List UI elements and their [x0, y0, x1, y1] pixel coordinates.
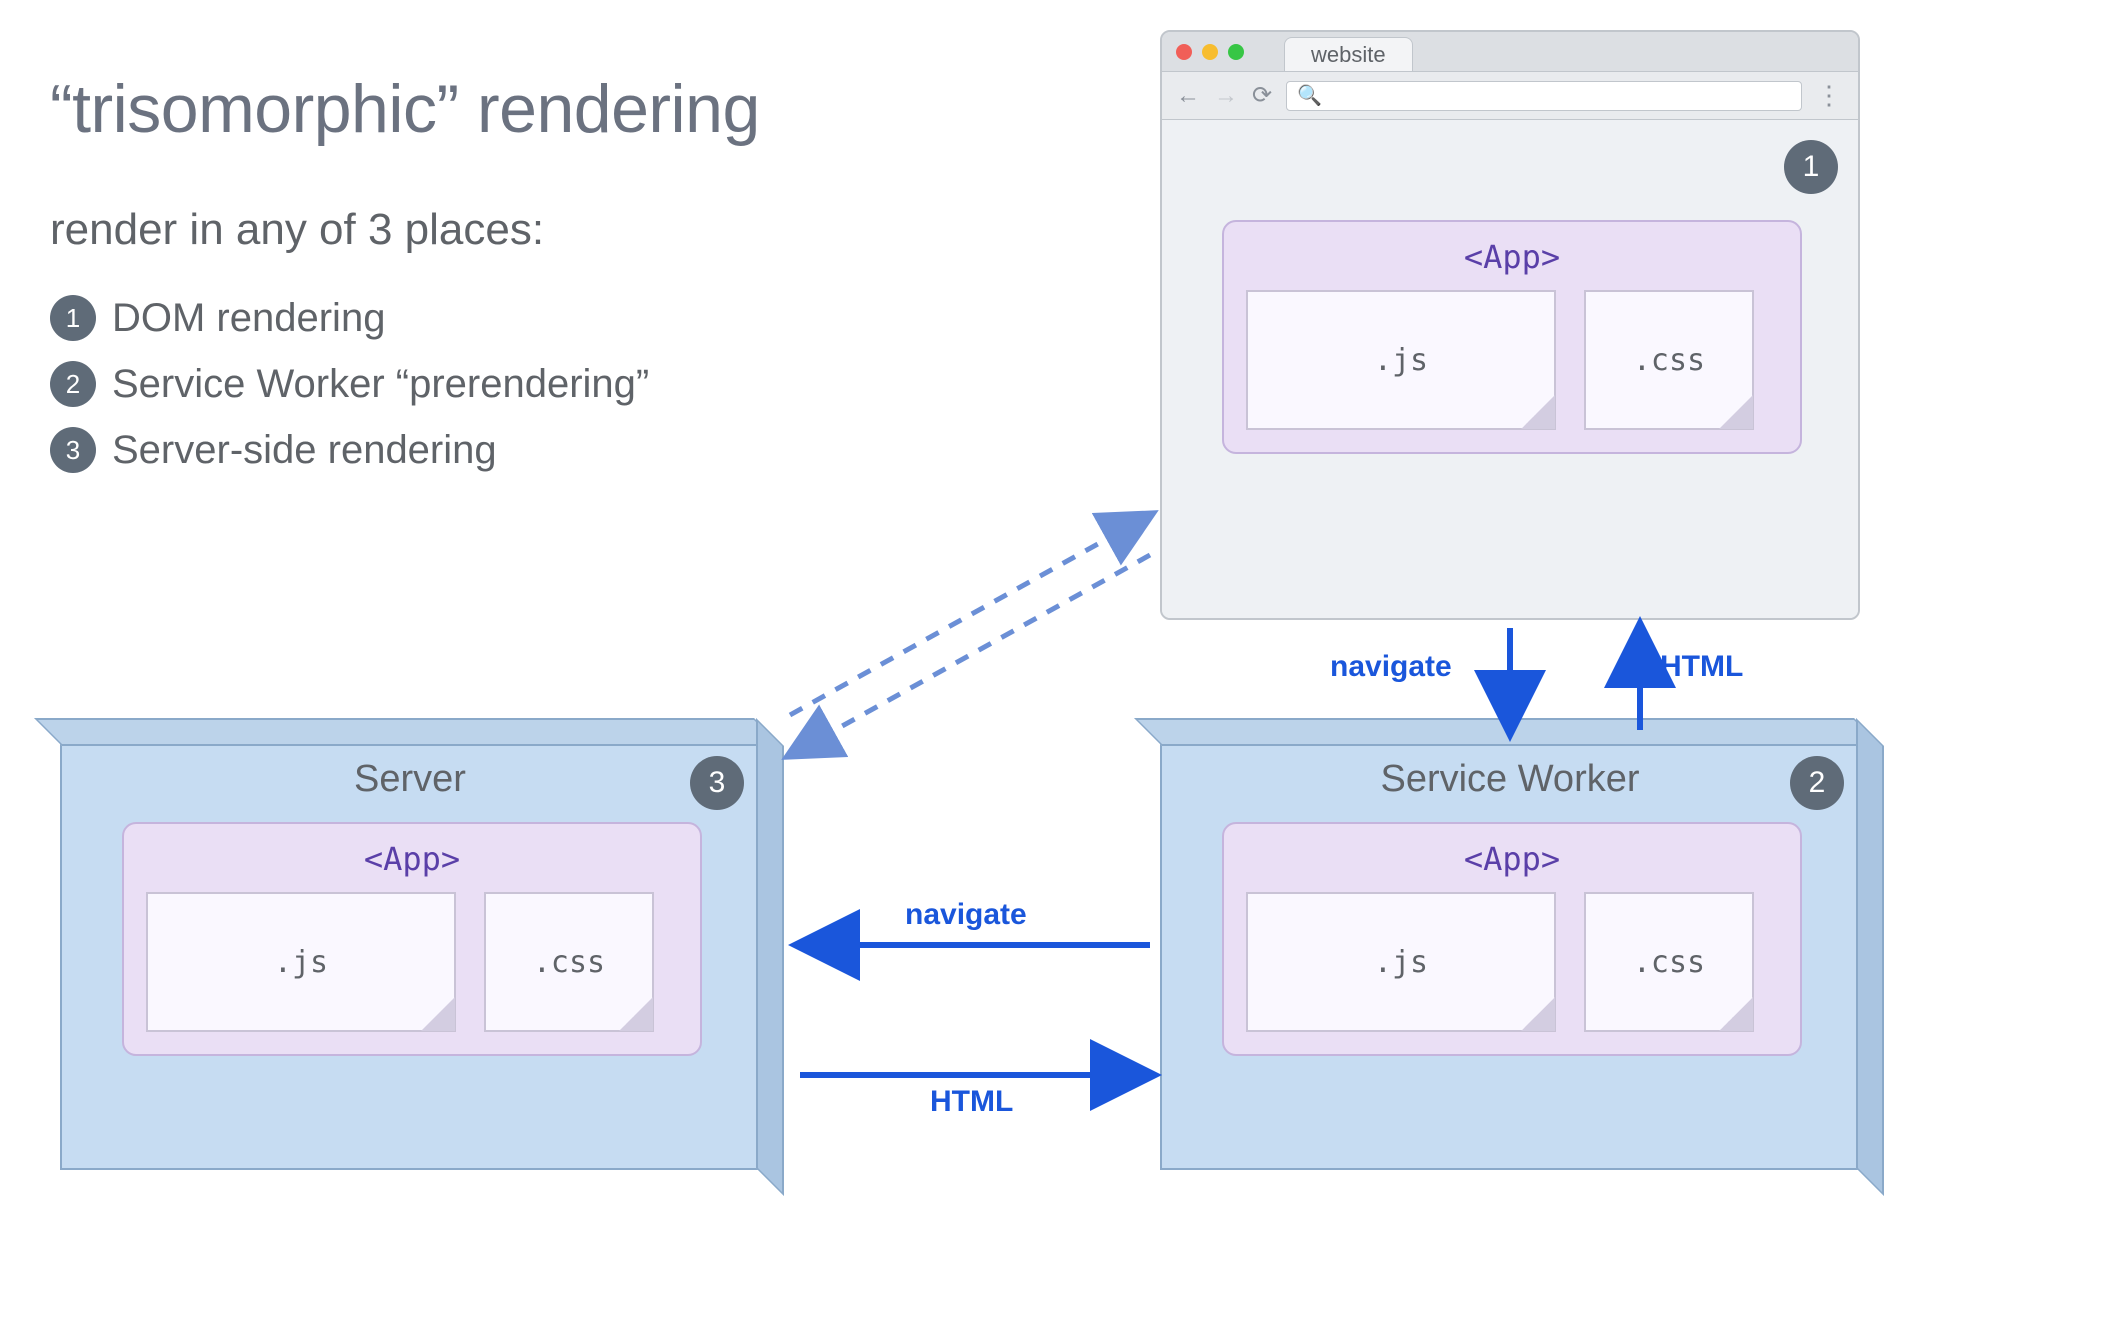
- file-js-browser: .js: [1246, 290, 1556, 430]
- file-css-server: .css: [484, 892, 654, 1032]
- file-css-ext: .css: [1633, 945, 1705, 980]
- page-fold-icon: [421, 997, 455, 1031]
- page-fold-icon: [1719, 997, 1753, 1031]
- menu-icon: ⋮: [1816, 80, 1844, 111]
- app-label-service-worker: <App>: [1246, 840, 1778, 878]
- service-worker-title: Service Worker: [1162, 742, 1858, 811]
- server-box: Server 3 <App> .js .css: [60, 740, 760, 1170]
- badge-service-worker: 2: [1790, 756, 1844, 810]
- places-list: 1 DOM rendering 2 Service Worker “preren…: [50, 295, 649, 493]
- badge-server: 3: [690, 756, 744, 810]
- app-card-browser: <App> .js .css: [1222, 220, 1802, 454]
- file-css-ext: .css: [533, 945, 605, 980]
- label-html-horizontal: HTML: [930, 1085, 1013, 1119]
- places-item-3: 3 Server-side rendering: [50, 427, 649, 473]
- file-js-ext: .js: [1374, 343, 1428, 378]
- search-icon: 🔍: [1297, 83, 1322, 108]
- arrow-server-to-browser: [790, 515, 1150, 715]
- file-js-sw: .js: [1246, 892, 1556, 1032]
- address-bar: 🔍: [1286, 81, 1802, 111]
- file-js-server: .js: [146, 892, 456, 1032]
- traffic-light-close-icon: [1176, 44, 1192, 60]
- app-card-service-worker: <App> .js .css: [1222, 822, 1802, 1056]
- file-js-ext: .js: [274, 945, 328, 980]
- file-js-ext: .js: [1374, 945, 1428, 980]
- reload-icon: ⟳: [1252, 81, 1272, 110]
- label-html-vertical: HTML: [1660, 650, 1743, 684]
- badge-browser: 1: [1784, 140, 1838, 194]
- label-navigate-vertical: navigate: [1330, 650, 1452, 684]
- traffic-light-zoom-icon: [1228, 44, 1244, 60]
- app-card-server: <App> .js .css: [122, 822, 702, 1056]
- browser-viewport: 1 <App> .js .css: [1162, 120, 1858, 618]
- bullet-3: 3: [50, 427, 96, 473]
- service-worker-box: Service Worker 2 <App> .js .css: [1160, 740, 1860, 1170]
- page-fold-icon: [1521, 997, 1555, 1031]
- server-title: Server: [62, 742, 758, 811]
- page-fold-icon: [1719, 395, 1753, 429]
- page-fold-icon: [619, 997, 653, 1031]
- bullet-2: 2: [50, 361, 96, 407]
- page-fold-icon: [1521, 395, 1555, 429]
- arrow-browser-to-server: [790, 555, 1150, 755]
- file-css-browser: .css: [1584, 290, 1754, 430]
- browser-window: website ← → ⟳ 🔍 ⋮ 1 <App> .js .css: [1160, 30, 1860, 620]
- browser-tab: website: [1284, 37, 1413, 71]
- file-css-sw: .css: [1584, 892, 1754, 1032]
- app-label-server: <App>: [146, 840, 678, 878]
- forward-icon: →: [1214, 82, 1238, 110]
- bullet-1: 1: [50, 295, 96, 341]
- back-icon: ←: [1176, 82, 1200, 110]
- label-navigate-horizontal: navigate: [905, 898, 1027, 932]
- app-label-browser: <App>: [1246, 238, 1778, 276]
- diagram-subtitle: render in any of 3 places:: [50, 205, 544, 255]
- places-label-3: Server-side rendering: [112, 428, 497, 473]
- places-item-2: 2 Service Worker “prerendering”: [50, 361, 649, 407]
- file-css-ext: .css: [1633, 343, 1705, 378]
- places-item-1: 1 DOM rendering: [50, 295, 649, 341]
- diagram-title: “trisomorphic” rendering: [50, 70, 760, 148]
- places-label-2: Service Worker “prerendering”: [112, 362, 649, 407]
- browser-titlebar: website: [1162, 32, 1858, 72]
- places-label-1: DOM rendering: [112, 296, 385, 341]
- traffic-light-minimize-icon: [1202, 44, 1218, 60]
- browser-toolbar: ← → ⟳ 🔍 ⋮: [1162, 72, 1858, 120]
